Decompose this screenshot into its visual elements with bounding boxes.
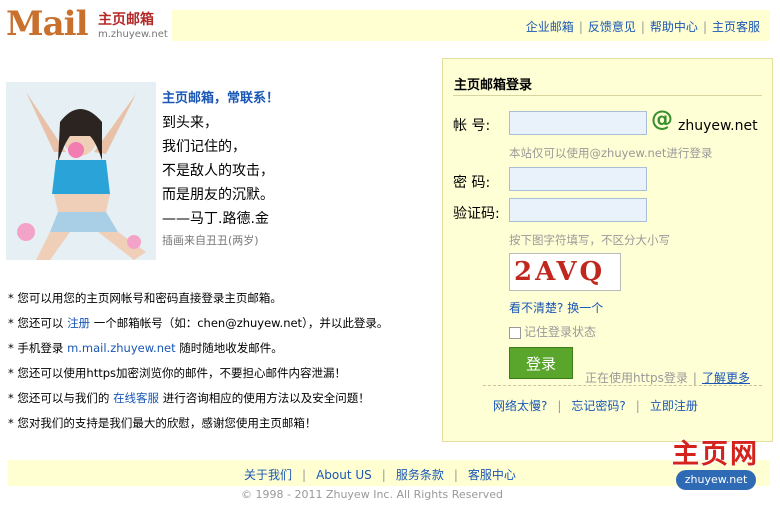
- nav-help-center[interactable]: 帮助中心: [650, 20, 698, 34]
- login-help-links: 网络太慢? | 忘记密码? | 立即注册: [493, 397, 698, 414]
- nav-feedback[interactable]: 反馈意见: [588, 20, 636, 34]
- nav-customer-service[interactable]: 主页客服: [712, 20, 760, 34]
- feature-list: * 您可以用您的主页网帐号和密码直接登录主页邮箱。 * 您还可以 注册 一个邮箱…: [8, 286, 388, 436]
- watermark-title: 主页网: [672, 439, 759, 470]
- login-button[interactable]: 登录: [509, 347, 573, 379]
- unclear-link[interactable]: 看不清楚?: [509, 301, 563, 315]
- quote-block: 主页邮箱，常联系！ 到头来， 我们记住的， 不是敌人的攻击， 而是朋友的沉默。 …: [162, 87, 279, 251]
- footer-terms[interactable]: 服务条款: [396, 468, 444, 482]
- feature-text: * 您还可以使用https加密浏览你的邮件，不要担心邮件内容泄漏！: [8, 366, 347, 380]
- logo-cn-text: 主页邮箱: [98, 12, 154, 28]
- remember-login[interactable]: 记住登录状态: [509, 323, 596, 340]
- forgot-password-link[interactable]: 忘记密码?: [571, 399, 625, 413]
- logo-domain-text: m.zhuyew.net: [98, 29, 168, 40]
- register-link[interactable]: 注册: [67, 316, 90, 330]
- learn-more-link[interactable]: 了解更多: [702, 371, 750, 385]
- illustration-graphic: [6, 82, 156, 260]
- refresh-captcha-link[interactable]: 换一个: [567, 301, 603, 315]
- https-separator: |: [692, 371, 697, 385]
- copyright: © 1998 - 2011 Zhuyew Inc. All Rights Res…: [241, 488, 503, 501]
- quote-line: 不是敌人的攻击，: [162, 163, 274, 179]
- watermark-logo: 主页网 zhuyew.net: [666, 432, 772, 494]
- feature-item: * 您还可以使用https加密浏览你的邮件，不要担心邮件内容泄漏！: [8, 361, 388, 386]
- captcha-hint: 按下图字符填写，不区分大小写: [509, 233, 670, 247]
- top-nav-links: 企业邮箱 | 反馈意见 | 帮助中心 | 主页客服: [526, 18, 760, 35]
- link-separator: |: [557, 399, 562, 413]
- login-dashed-divider: [483, 385, 762, 386]
- login-divider: [453, 95, 762, 96]
- footer-about-en[interactable]: About US: [316, 468, 372, 482]
- illustration-credit: 插画来自丑丑(两岁): [162, 234, 259, 247]
- login-title: 主页邮箱登录: [454, 78, 533, 93]
- feature-item: * 手机登录 m.mail.zhuyew.net 随时随地收发邮件。: [8, 336, 388, 361]
- quote-line: 而是朋友的沉默。: [162, 187, 274, 203]
- nav-separator: |: [702, 20, 707, 34]
- remember-checkbox[interactable]: [509, 326, 521, 339]
- feature-text: * 您还可以与我们的: [8, 391, 114, 405]
- link-separator: |: [635, 399, 640, 413]
- feature-text: 进行咨询相应的使用方法以及安全问题！: [159, 391, 370, 405]
- online-support-link[interactable]: 在线客服: [113, 391, 159, 405]
- feature-item: * 您还可以与我们的 在线客服 进行咨询相应的使用方法以及安全问题！: [8, 386, 388, 411]
- slow-network-link[interactable]: 网络太慢?: [493, 399, 547, 413]
- quote-line: 到头来，: [162, 115, 218, 131]
- captcha-image[interactable]: 2AVQ: [509, 253, 621, 291]
- captcha-refresh: 看不清楚? 换一个: [509, 299, 603, 316]
- feature-text: * 您对我们的支持是我们最大的欣慰，感谢您使用主页邮箱！: [8, 416, 317, 430]
- illustration-photo: [6, 82, 156, 260]
- quote-title: 主页邮箱，常联系！: [162, 91, 280, 106]
- account-label: 帐 号:: [453, 118, 491, 134]
- nav-separator: |: [578, 20, 583, 34]
- footer-links: 关于我们 | About US | 服务条款 | 客服中心: [244, 466, 516, 483]
- footer-support[interactable]: 客服中心: [468, 468, 516, 482]
- register-now-link[interactable]: 立即注册: [650, 399, 698, 413]
- top-nav-bar: 企业邮箱 | 反馈意见 | 帮助中心 | 主页客服: [172, 10, 770, 41]
- logo[interactable]: Mail 主页邮箱 m.zhuyew.net: [6, 4, 172, 46]
- password-input[interactable]: [509, 167, 647, 191]
- account-hint: 本站仅可以使用@zhuyew.net进行登录: [509, 146, 713, 160]
- captcha-input[interactable]: [509, 198, 647, 222]
- captcha-label: 验证码:: [453, 206, 500, 222]
- feature-item: * 您对我们的支持是我们最大的欣慰，感谢您使用主页邮箱！: [8, 411, 388, 436]
- footer-separator: |: [453, 468, 458, 482]
- password-label: 密 码:: [453, 175, 491, 191]
- https-text: 正在使用https登录: [585, 371, 688, 385]
- login-panel: 主页邮箱登录 帐 号: @ zhuyew.net 本站仅可以使用@zhuyew.…: [442, 58, 773, 442]
- feature-item: * 您还可以 注册 一个邮箱帐号（如：chen@zhuyew.net），并以此登…: [8, 311, 388, 336]
- feature-text: * 您可以用您的主页网帐号和密码直接登录主页邮箱。: [8, 291, 282, 305]
- quote-author: ——马丁.路德.金: [162, 211, 269, 227]
- footer-separator: |: [302, 468, 307, 482]
- mobile-login-link[interactable]: m.mail.zhuyew.net: [67, 341, 176, 355]
- footer-separator: |: [381, 468, 386, 482]
- at-icon: @: [651, 107, 673, 132]
- https-notice: 正在使用https登录 | 了解更多: [585, 369, 750, 386]
- feature-item: * 您可以用您的主页网帐号和密码直接登录主页邮箱。: [8, 286, 388, 311]
- watermark-domain: zhuyew.net: [676, 470, 756, 490]
- nav-separator: |: [640, 20, 645, 34]
- feature-text: * 您还可以: [8, 316, 68, 330]
- nav-enterprise-mail[interactable]: 企业邮箱: [526, 20, 574, 34]
- feature-text: 随时随地收发邮件。: [175, 341, 283, 355]
- domain-suffix: zhuyew.net: [678, 118, 758, 134]
- feature-text: * 手机登录: [8, 341, 68, 355]
- logo-mail-text: Mail: [6, 4, 88, 44]
- captcha-text: 2AVQ: [514, 257, 606, 287]
- remember-label: 记住登录状态: [524, 325, 597, 339]
- footer-bar: 关于我们 | About US | 服务条款 | 客服中心: [8, 460, 770, 486]
- feature-text: 一个邮箱帐号（如：chen@zhuyew.net），并以此登录。: [90, 316, 389, 330]
- footer-about-cn[interactable]: 关于我们: [244, 468, 292, 482]
- quote-line: 我们记住的，: [162, 139, 246, 155]
- account-input[interactable]: [509, 111, 647, 135]
